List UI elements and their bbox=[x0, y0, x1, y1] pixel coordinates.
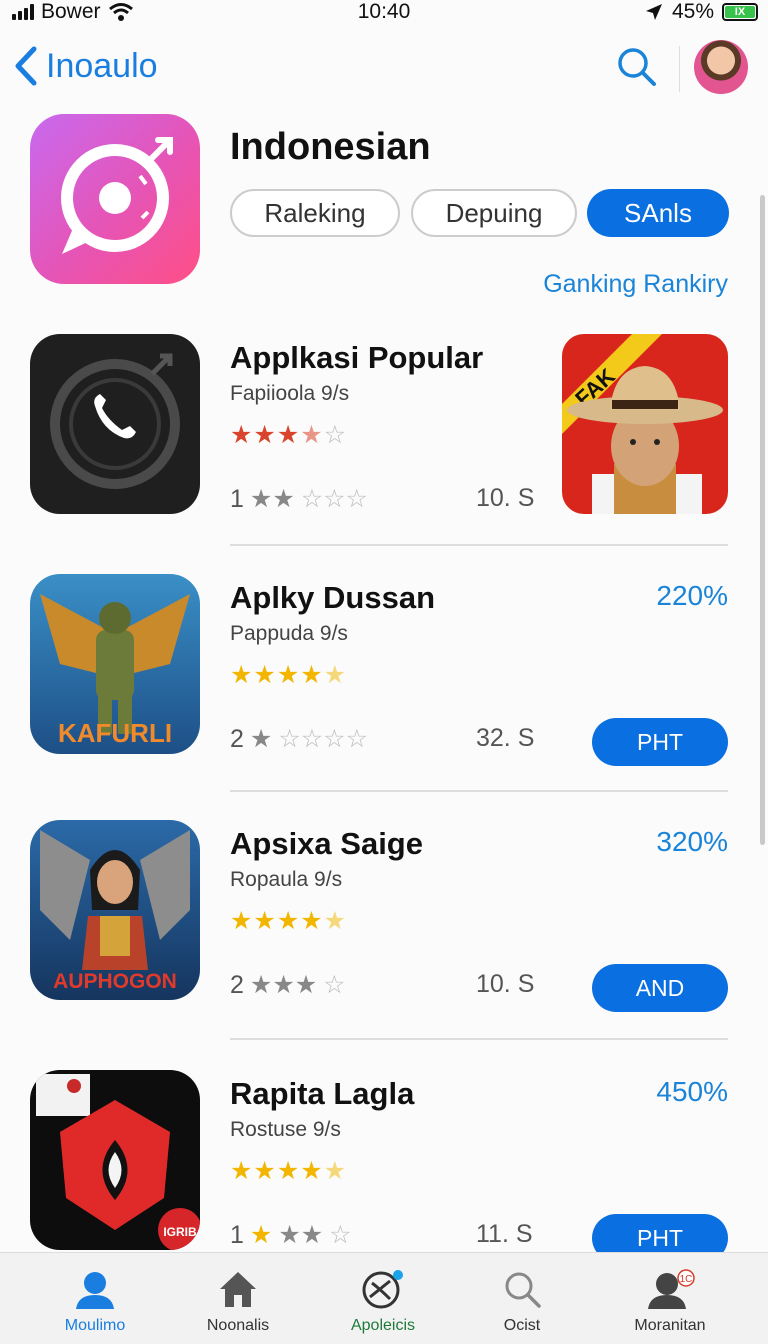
app-icon: IGRIB bbox=[30, 1070, 200, 1250]
rating-stars: ★★★★★ bbox=[230, 661, 348, 689]
phone-icon bbox=[50, 353, 180, 489]
person-icon bbox=[76, 1272, 114, 1309]
tab-ocist[interactable]: Ocist bbox=[452, 1253, 592, 1344]
rating-stars: ★★★★★ bbox=[230, 1157, 348, 1185]
rating-secondary: 2 ★★★ ☆ bbox=[230, 970, 346, 1000]
shield-emblem-icon: IGRIB bbox=[36, 1074, 200, 1250]
icon-title: KAFURLI bbox=[58, 718, 172, 748]
battery-percent: 45% bbox=[671, 0, 714, 23]
app-subtitle: Pappuda 9/s bbox=[230, 622, 348, 645]
rating-secondary: 1 ★★ ☆☆☆ bbox=[230, 484, 368, 514]
app-size: 10. S bbox=[476, 484, 535, 512]
rating-count: 1 bbox=[230, 1220, 244, 1249]
app-icon: KAFURLI bbox=[30, 574, 200, 754]
list-item[interactable]: AUPHOGON Apsixa Saige Ropaula 9/s ★★★★★ … bbox=[0, 820, 768, 1020]
back-button[interactable]: Inoaulo bbox=[12, 46, 158, 86]
tab-label: Noonalis bbox=[206, 1317, 270, 1334]
ranking-link[interactable]: Ganking Rankiry bbox=[543, 270, 728, 299]
page-title: Indonesian bbox=[230, 126, 431, 168]
icon-title: AUPHOGON bbox=[53, 970, 177, 993]
tab-label: Ocist bbox=[503, 1317, 541, 1334]
location-arrow-icon bbox=[645, 4, 662, 20]
app-size: 11. S bbox=[476, 1220, 533, 1248]
home-icon bbox=[220, 1272, 256, 1307]
nav-divider bbox=[679, 46, 680, 92]
tab-label: Moranitan bbox=[634, 1317, 706, 1334]
profile-icon: 1C bbox=[648, 1269, 695, 1309]
tab-bar: Moulimo Noonalis Apoleicis Ocist 1C Mora… bbox=[0, 1252, 768, 1344]
battery-icon: IX bbox=[722, 3, 758, 21]
portrait-image: FAK bbox=[562, 334, 723, 514]
rating-stars: ★★★★☆ bbox=[230, 421, 348, 449]
app-icon bbox=[30, 334, 200, 514]
icon-title: IGRIB bbox=[163, 1225, 197, 1239]
app-name: Apsixa Saige bbox=[230, 826, 423, 861]
row-divider bbox=[230, 1038, 728, 1040]
heroine-artwork: AUPHOGON bbox=[40, 830, 190, 993]
search-icon bbox=[505, 1272, 541, 1308]
scrollbar[interactable] bbox=[760, 195, 765, 845]
app-percent: 450% bbox=[656, 1076, 728, 1107]
chip-depuing[interactable]: Depuing bbox=[411, 189, 577, 237]
app-name: Aplky Dussan bbox=[230, 580, 436, 615]
chip-raleking[interactable]: Raleking bbox=[230, 189, 400, 237]
notification-badge: 1C bbox=[680, 1274, 693, 1285]
chat-bubble-icon bbox=[61, 137, 173, 254]
app-name: Rapita Lagla bbox=[230, 1076, 415, 1111]
apps-icon bbox=[362, 1270, 403, 1309]
list-item[interactable]: KAFURLI Aplky Dussan Pappuda 9/s ★★★★★ 2… bbox=[0, 574, 768, 774]
list-item[interactable]: Applkasi Popular Fapiioola 9/s ★★★★☆ 1 ★… bbox=[0, 334, 768, 534]
app-subtitle: Ropaula 9/s bbox=[230, 868, 343, 891]
warrior-artwork: KAFURLI bbox=[40, 594, 190, 748]
tab-label: Moulimo bbox=[64, 1317, 126, 1334]
get-button[interactable]: AND bbox=[592, 964, 728, 1012]
app-icon: AUPHOGON bbox=[30, 820, 200, 1000]
app-name: Applkasi Popular bbox=[230, 340, 484, 375]
rating-count: 2 bbox=[230, 970, 244, 999]
app-subtitle: Fapiioola 9/s bbox=[230, 382, 350, 405]
tab-label: Apoleicis bbox=[350, 1317, 416, 1334]
tab-moulimo[interactable]: Moulimo bbox=[25, 1253, 165, 1344]
back-label: Inoaulo bbox=[46, 46, 158, 85]
rating-secondary: 1 ★ ★★ ☆ bbox=[230, 1220, 352, 1250]
nav-bar: Inoaulo bbox=[0, 36, 768, 100]
rating-secondary: 2 ★ ☆☆☆☆ bbox=[230, 724, 368, 754]
app-logo bbox=[30, 114, 200, 284]
app-size: 10. S bbox=[476, 970, 535, 998]
tab-noonalis[interactable]: Noonalis bbox=[168, 1253, 308, 1344]
app-size: 32. S bbox=[476, 724, 535, 752]
rating-stars: ★★★★★ bbox=[230, 907, 348, 935]
status-bar: Bower 10:40 45% IX bbox=[0, 0, 768, 26]
app-subtitle: Rostuse 9/s bbox=[230, 1118, 341, 1141]
back-chevron-icon bbox=[15, 46, 37, 86]
tab-apoleicis[interactable]: Apoleicis bbox=[313, 1253, 453, 1344]
avatar[interactable] bbox=[694, 40, 748, 94]
app-percent: 320% bbox=[656, 826, 728, 857]
rating-count: 2 bbox=[230, 724, 244, 753]
row-divider bbox=[230, 790, 728, 792]
tab-moranitan[interactable]: 1C Moranitan bbox=[600, 1253, 740, 1344]
app-percent: 220% bbox=[656, 580, 728, 611]
chip-sanls[interactable]: SAnls bbox=[587, 189, 729, 237]
get-button[interactable]: PHT bbox=[592, 718, 728, 766]
app-thumbnail[interactable]: FAK bbox=[562, 334, 728, 514]
row-divider bbox=[230, 544, 728, 546]
list-item[interactable]: IGRIB Rapita Lagla Rostuse 9/s ★★★★★ 1 ★… bbox=[0, 1070, 768, 1270]
rating-count: 1 bbox=[230, 484, 244, 513]
search-icon[interactable] bbox=[614, 44, 660, 90]
status-right: 45% IX bbox=[644, 0, 758, 24]
